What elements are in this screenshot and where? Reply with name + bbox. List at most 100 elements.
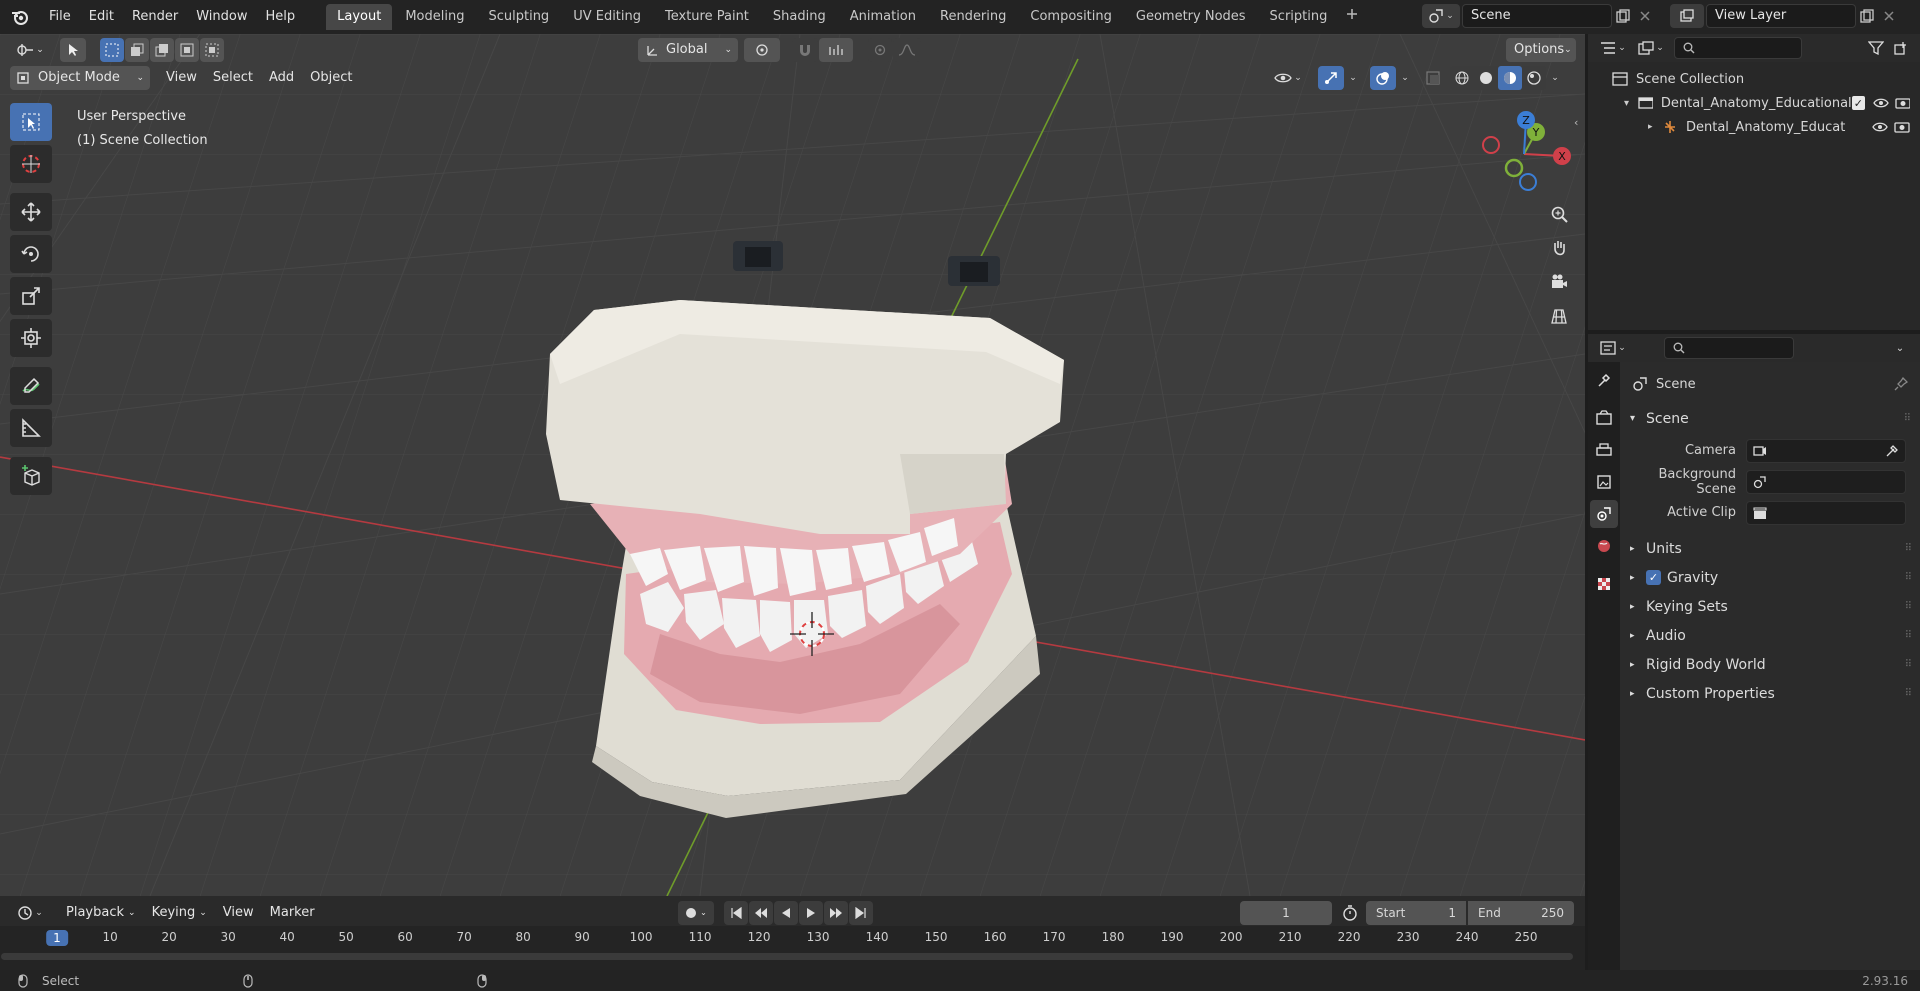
play-reverse-icon[interactable] — [774, 901, 798, 925]
cursor-tool[interactable] — [10, 145, 52, 183]
outliner-row-scene-collection[interactable]: Scene Collection — [1588, 67, 1920, 91]
outliner-row-collection[interactable]: ▾ Dental_Anatomy_Educational ✓ — [1588, 91, 1920, 115]
blender-logo-icon[interactable] — [0, 0, 40, 34]
tab-scene[interactable] — [1590, 500, 1618, 528]
eye-icon[interactable] — [1872, 121, 1888, 133]
viewport-menu-select[interactable]: Select — [205, 66, 261, 90]
custom-properties-panel-header[interactable]: ▸ Custom Properties ⠿ — [1622, 679, 1920, 708]
tab-scripting[interactable]: Scripting — [1259, 4, 1339, 30]
drag-handle-icon[interactable]: ⠿ — [1905, 572, 1912, 583]
jump-to-keyframe-back-icon[interactable] — [749, 901, 773, 925]
add-cube-tool[interactable] — [10, 457, 52, 495]
filter-icon[interactable] — [1862, 37, 1890, 59]
jump-to-start-icon[interactable] — [724, 901, 748, 925]
viewport-menu-add[interactable]: Add — [261, 66, 302, 90]
view-layer-browse-button[interactable] — [1670, 4, 1704, 28]
eyedropper-icon[interactable] — [1885, 444, 1899, 458]
menu-window[interactable]: Window — [187, 0, 256, 34]
show-overlays-icon[interactable] — [1370, 66, 1396, 90]
tab-sculpting[interactable]: Sculpting — [477, 4, 560, 30]
delete-view-layer-icon[interactable] — [1878, 4, 1900, 28]
drag-handle-icon[interactable]: ⠿ — [1905, 630, 1912, 641]
active-clip-field[interactable] — [1746, 500, 1906, 525]
editor-type-button[interactable]: ⌄ — [10, 38, 50, 62]
3d-viewport[interactable] — [0, 34, 1585, 896]
stopwatch-icon[interactable] — [1338, 901, 1362, 925]
tab-texture-paint[interactable]: Texture Paint — [654, 4, 760, 30]
new-collection-icon[interactable] — [1890, 37, 1912, 59]
chevron-down-icon[interactable]: ⌄ — [1344, 66, 1362, 90]
camera-field[interactable] — [1746, 438, 1906, 463]
navigation-gizmo[interactable]: X Y Z — [1476, 108, 1572, 194]
rotate-tool[interactable] — [10, 235, 52, 273]
falloff-curve-icon[interactable] — [893, 38, 921, 62]
menu-help[interactable]: Help — [257, 0, 305, 34]
select-invert-icon[interactable] — [175, 38, 199, 62]
transform-orientation-dropdown[interactable]: Global ⌄ — [638, 38, 738, 62]
xray-toggle-icon[interactable] — [1420, 66, 1446, 90]
tab-layout[interactable]: Layout — [326, 4, 393, 30]
outliner-editor-type-icon[interactable]: ⌄ — [1596, 37, 1630, 59]
duplicate-scene-icon[interactable] — [1612, 4, 1634, 28]
properties-search-input[interactable] — [1664, 337, 1794, 359]
wireframe-shading-icon[interactable] — [1450, 66, 1474, 90]
scene-panel-header[interactable]: ▾ Scene ⠿ — [1622, 404, 1920, 433]
chevron-down-icon[interactable]: ⌄ — [1396, 66, 1414, 90]
snap-target-dropdown[interactable] — [819, 38, 853, 62]
tab-texture[interactable] — [1590, 570, 1618, 598]
timeline-ruler[interactable]: 1 10 20 30 40 50 60 70 80 90 100 110 120 130 140 150 160… — [0, 926, 1585, 970]
drag-handle-icon[interactable]: ⠿ — [1905, 543, 1912, 554]
eye-icon[interactable] — [1873, 97, 1889, 109]
show-gizmo-icon[interactable] — [1318, 66, 1344, 90]
zoom-icon[interactable] — [1544, 199, 1574, 229]
pan-hand-icon[interactable] — [1544, 233, 1574, 263]
timeline-scrollbar[interactable] — [1, 953, 1573, 960]
drag-handle-icon[interactable]: ⠿ — [1905, 659, 1912, 670]
snap-toggle-magnet-icon[interactable] — [792, 38, 818, 62]
scene-browse-button[interactable]: ⌄ — [1422, 4, 1460, 28]
end-frame-field[interactable]: End 250 — [1468, 901, 1574, 925]
drag-handle-icon[interactable]: ⠿ — [1905, 601, 1912, 612]
chevron-down-icon[interactable]: ⌄ — [1546, 66, 1564, 90]
camera-view-icon[interactable] — [1544, 267, 1574, 297]
exclude-checkbox[interactable]: ✓ — [1851, 96, 1866, 110]
keying-sets-panel-header[interactable]: ▸ Keying Sets ⠿ — [1622, 592, 1920, 621]
properties-editor-type-icon[interactable]: ⌄ — [1596, 337, 1630, 359]
menu-render[interactable]: Render — [123, 0, 187, 34]
outliner-row-object[interactable]: ▸ Dental_Anatomy_Educat — [1588, 115, 1920, 139]
tab-shading[interactable]: Shading — [762, 4, 837, 30]
rigid-body-world-panel-header[interactable]: ▸ Rigid Body World ⠿ — [1622, 650, 1920, 679]
move-tool[interactable] — [10, 193, 52, 231]
material-preview-shading-icon[interactable] — [1498, 66, 1522, 90]
duplicate-view-layer-icon[interactable] — [1856, 4, 1878, 28]
viewport-menu-view[interactable]: View — [158, 66, 205, 90]
drag-handle-icon[interactable]: ⠿ — [1905, 688, 1912, 699]
select-new-icon[interactable] — [100, 38, 124, 62]
view-layer-name-field[interactable]: View Layer — [1706, 4, 1856, 28]
start-frame-field[interactable]: Start 1 — [1366, 901, 1466, 925]
add-workspace-button[interactable] — [1340, 4, 1364, 30]
menu-edit[interactable]: Edit — [80, 0, 123, 34]
tab-output[interactable] — [1590, 436, 1618, 464]
display-mode-icon[interactable]: ⌄ — [1634, 37, 1668, 59]
record-keyframe-icon[interactable]: ⌄ — [678, 901, 714, 925]
current-frame-marker[interactable]: 1 — [46, 930, 68, 946]
scene-name-field[interactable]: Scene — [1462, 4, 1612, 28]
background-scene-field[interactable] — [1746, 469, 1906, 494]
visibility-dropdown[interactable]: ⌄ — [1268, 66, 1308, 90]
gravity-checkbox[interactable]: ✓ — [1646, 570, 1661, 585]
sidebar-toggle-chevron-icon[interactable]: ‹ — [1574, 116, 1578, 129]
select-box-tool[interactable] — [10, 103, 52, 141]
units-panel-header[interactable]: ▸ Units ⠿ — [1622, 534, 1920, 563]
pin-icon[interactable] — [1894, 377, 1908, 391]
timeline-menu-playback[interactable]: Playback ⌄ — [58, 901, 144, 925]
timeline-menu-keying[interactable]: Keying ⌄ — [144, 901, 215, 925]
timeline-menu-marker[interactable]: Marker — [262, 901, 323, 925]
tab-modeling[interactable]: Modeling — [394, 4, 475, 30]
tab-animation[interactable]: Animation — [839, 4, 927, 30]
jump-to-end-icon[interactable] — [849, 901, 873, 925]
tab-compositing[interactable]: Compositing — [1019, 4, 1123, 30]
expand-arrow-icon[interactable]: ▾ — [1624, 98, 1638, 109]
menu-file[interactable]: File — [40, 0, 80, 34]
camera-render-icon[interactable] — [1894, 121, 1910, 133]
